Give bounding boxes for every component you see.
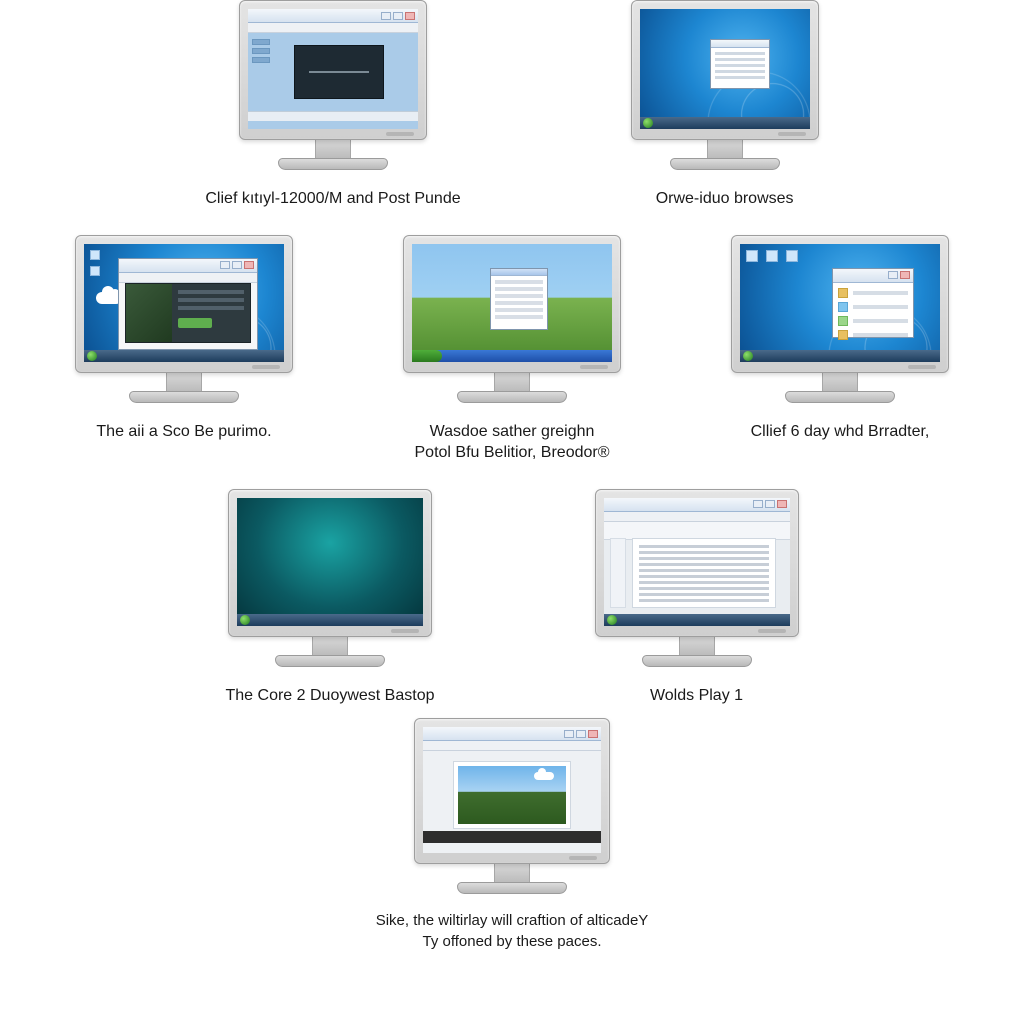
minimize-button	[381, 12, 391, 20]
monitor	[228, 489, 432, 667]
start-button-icon	[240, 615, 250, 625]
cloud-icon	[534, 772, 554, 780]
screen-teal-desktop	[237, 498, 423, 626]
caption: Wolds Play 1	[650, 685, 743, 707]
green-button	[178, 318, 212, 328]
status-bar	[248, 111, 418, 121]
monitor-gallery: Clief kıtıyl-12000/M and Post Punde	[0, 0, 1024, 1024]
caption: Wasdoe sather greighn Potol Bfu Belitior…	[415, 421, 610, 464]
context-menu	[490, 268, 548, 330]
start-button-icon	[607, 615, 617, 625]
monitor	[239, 0, 427, 170]
gallery-item: The aii a Sco Be purimo.	[75, 235, 293, 443]
start-button-icon	[412, 350, 442, 362]
footer-line-1: Sike, the wiltirlay will craftion of alt…	[376, 910, 649, 931]
start-button-icon	[87, 351, 97, 361]
row-2: The aii a Sco Be purimo. Wasdoe sather g…	[0, 210, 1024, 464]
screen-win7-dialog	[640, 9, 810, 129]
desktop-icons	[746, 250, 798, 262]
monitor	[731, 235, 949, 403]
taskbar	[412, 350, 612, 362]
monitor	[75, 235, 293, 403]
document-page	[632, 538, 776, 608]
monitor	[595, 489, 799, 667]
start-button-icon	[743, 351, 753, 361]
row-3: The Core 2 Duoywest Bastop	[0, 464, 1024, 707]
page-thumbnail	[126, 284, 172, 342]
browser-window	[118, 258, 258, 350]
nav-pane	[610, 538, 626, 608]
footer-caption: Sike, the wiltirlay will craftion of alt…	[376, 910, 649, 952]
footer-line-2: Ty offoned by these paces.	[376, 931, 649, 952]
gallery-item: Cllief 6 day whd Brradter,	[731, 235, 949, 443]
dialog-window	[710, 39, 770, 89]
viewer-controls	[423, 831, 601, 843]
maximize-button	[393, 12, 403, 20]
screen-win7-panel	[740, 244, 940, 362]
gallery-item: Wasdoe sather greighn Potol Bfu Belitior…	[403, 235, 621, 464]
caption: Cllief 6 day whd Brradter,	[751, 421, 930, 443]
row-4: Sike, the wiltirlay will craftion of alt…	[0, 706, 1024, 952]
gallery-item: Sike, the wiltirlay will craftion of alt…	[376, 718, 649, 952]
monitor	[631, 0, 819, 170]
gallery-item: The Core 2 Duoywest Bastop	[226, 489, 435, 707]
screen-editor	[248, 9, 418, 129]
row-1: Clief kıtıyl-12000/M and Post Punde	[0, 0, 1024, 210]
screen-winxp-menu	[412, 244, 612, 362]
close-button	[405, 12, 415, 20]
dark-card	[294, 45, 384, 99]
caption: The Core 2 Duoywest Bastop	[226, 685, 435, 707]
gallery-item: Orwe-iduo browses	[631, 0, 819, 210]
monitor	[414, 718, 610, 894]
gallery-item: Clief kıtıyl-12000/M and Post Punde	[205, 0, 460, 210]
screen-word-processor	[604, 498, 790, 626]
caption: The aii a Sco Be purimo.	[96, 421, 271, 443]
gallery-item: Wolds Play 1	[595, 489, 799, 707]
image-viewer	[453, 761, 571, 829]
screen-image-viewer	[423, 727, 601, 853]
window-titlebar	[248, 9, 418, 23]
toolbar	[248, 23, 418, 33]
screen-win7-browser	[84, 244, 284, 362]
caption: Orwe-iduo browses	[656, 188, 794, 210]
taskbar	[640, 117, 810, 129]
landscape-photo	[458, 766, 566, 824]
monitor	[403, 235, 621, 403]
caption: Clief kıtıyl-12000/M and Post Punde	[205, 188, 460, 210]
panel-window	[832, 268, 914, 338]
start-button-icon	[643, 118, 653, 128]
